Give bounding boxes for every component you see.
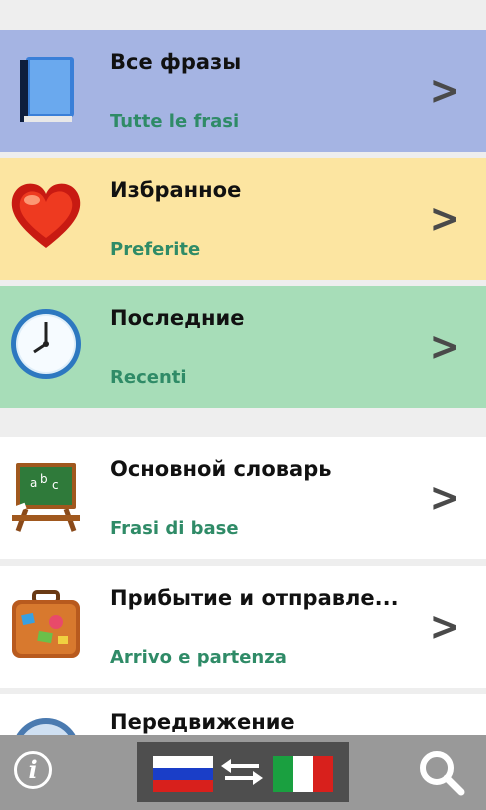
list-item-title: Прибытие и отправле... (110, 586, 399, 610)
bottom-app-bar: i (0, 735, 486, 810)
list-item-title: Последние (110, 306, 245, 330)
compass-icon (16, 718, 76, 735)
list-item-title: Избранное (110, 178, 242, 202)
clock-icon (11, 309, 81, 379)
swap-arrows-icon (221, 759, 263, 785)
chevron-right-icon: > (429, 196, 460, 242)
chevron-right-icon: > (429, 324, 460, 370)
svg-text:c: c (52, 478, 59, 492)
list-item-basic-vocabulary[interactable]: a b c Основной словарь Frasi di base > (0, 437, 486, 559)
list-item-all-phrases[interactable]: Все фразы Tutte le frasi > (0, 30, 486, 152)
list-item-transportation[interactable]: Передвижение (0, 694, 486, 735)
chalkboard-icon: a b c (11, 463, 80, 532)
info-button[interactable]: i (14, 751, 52, 789)
it-flag-icon (273, 756, 333, 792)
language-switch-button[interactable] (137, 742, 349, 802)
chevron-right-icon: > (429, 604, 460, 650)
chevron-right-icon: > (429, 475, 460, 521)
list-item-subtitle: Recenti (110, 367, 187, 388)
heart-icon (11, 183, 81, 248)
list-item-title: Основной словарь (110, 457, 332, 481)
list-item-arrival-departure[interactable]: Прибытие и отправле... Arrivo e partenza… (0, 566, 486, 688)
chevron-right-icon: > (429, 68, 460, 114)
list-item-recent[interactable]: Последние Recenti > (0, 286, 486, 408)
list-item-subtitle: Preferite (110, 239, 201, 260)
svg-text:a: a (30, 476, 37, 490)
list-item-subtitle: Frasi di base (110, 518, 239, 539)
phrase-category-list: Все фразы Tutte le frasi > Избранное Pre… (0, 0, 486, 735)
list-item-title: Все фразы (110, 50, 242, 74)
suitcase-icon (12, 590, 80, 658)
language-pair-graphic (153, 756, 333, 792)
list-item-subtitle: Arrivo e partenza (110, 647, 287, 668)
book-icon (20, 57, 74, 122)
list-item-subtitle: Tutte le frasi (110, 111, 240, 132)
magnifier-icon[interactable] (416, 747, 466, 797)
info-icon: i (28, 755, 38, 784)
ru-flag-icon (153, 756, 213, 792)
svg-text:b: b (40, 472, 48, 486)
list-item-favorites[interactable]: Избранное Preferite > (0, 158, 486, 280)
list-item-title: Передвижение (110, 710, 295, 734)
